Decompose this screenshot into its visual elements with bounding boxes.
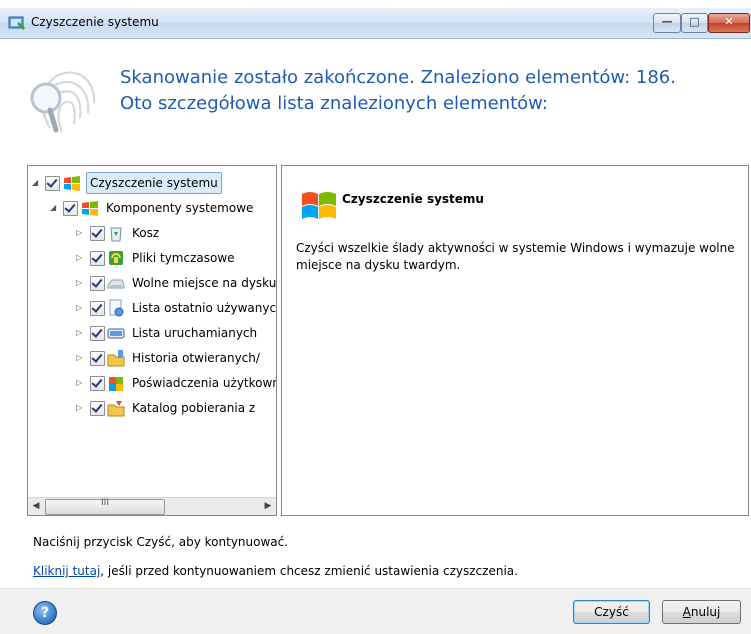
tree-item[interactable]: ▷ Katalog pobierania z: [28, 396, 276, 420]
app-icon: [8, 16, 26, 31]
item-checkbox[interactable]: [90, 401, 105, 416]
collapse-arrow-icon[interactable]: ◢: [32, 171, 42, 195]
item-checkbox[interactable]: [90, 326, 105, 341]
detail-description: Czyści wszelkie ślady aktywności w syste…: [296, 241, 735, 272]
minimize-button[interactable]: —: [653, 13, 681, 33]
tree-item[interactable]: ▷ Lista ostatnio używanych: [28, 296, 276, 320]
detail-title: Czyszczenie systemu: [342, 192, 484, 206]
detail-panel: Czyszczenie systemu Czyści wszelkie ślad…: [281, 165, 749, 516]
expand-arrow-icon[interactable]: ▷: [76, 321, 86, 345]
window-title: Czyszczenie systemu: [31, 15, 159, 29]
windows-logo-icon: [302, 192, 336, 219]
windows-logo-icon: [64, 176, 80, 191]
minimize-icon: —: [661, 15, 673, 28]
tree-node-group[interactable]: ◢ Komponenty systemowe: [28, 196, 276, 220]
instruction-text: Naciśnij przycisk Czyść, aby kontynuować…: [33, 535, 289, 549]
cancel-mnemonic: A: [682, 605, 691, 619]
collapse-arrow-icon[interactable]: ◢: [50, 196, 60, 220]
tree-node-label: Czyszczenie systemu: [86, 172, 222, 194]
items-tree[interactable]: ◢ Czyszczenie systemu ◢ Komponenty syste…: [27, 165, 277, 516]
tree-item-label: Wolne miejsce na dysku: [132, 276, 277, 290]
scroll-thumb[interactable]: III: [45, 498, 165, 515]
headline-line-2: Oto szczegółowa lista znalezionych eleme…: [120, 93, 548, 114]
tree-item-label: Lista ostatnio używanych: [132, 301, 277, 315]
folder-history-icon: [107, 350, 125, 367]
tree-node-root[interactable]: ◢ Czyszczenie systemu: [28, 171, 276, 195]
item-checkbox[interactable]: [90, 251, 105, 266]
group-checkbox[interactable]: [63, 201, 78, 216]
tree-item[interactable]: ▷ Lista uruchamianych: [28, 321, 276, 345]
tree-item-label: Katalog pobierania z: [132, 401, 256, 415]
tree-item[interactable]: ▷ Poświadczenia użytkownika: [28, 371, 276, 395]
headline-line-1: Skanowanie zostało zakończone. Znalezion…: [120, 67, 676, 88]
credentials-icon: [109, 377, 123, 391]
run-list-icon: [107, 328, 125, 339]
windows-logo-icon: [82, 201, 98, 216]
scroll-grip: III: [101, 498, 109, 508]
settings-link-line: Kliknij tutaj, jeśli przed kontynuowanie…: [33, 564, 518, 578]
tree-item-label: Historia otwieranych/: [132, 351, 260, 365]
title-bar[interactable]: Czyszczenie systemu — □ ✕: [0, 8, 751, 39]
maximize-icon: □: [689, 15, 700, 28]
tree-item[interactable]: ▷ Wolne miejsce na dysku: [28, 271, 276, 295]
expand-arrow-icon[interactable]: ▷: [76, 246, 86, 270]
tree-item-label: Pliki tymczasowe: [132, 251, 235, 265]
expand-arrow-icon[interactable]: ▷: [76, 221, 86, 245]
tree-item-label: Poświadczenia użytkownika: [132, 376, 276, 390]
cancel-button[interactable]: Anuluj: [662, 600, 741, 624]
recycle-bin-icon: [110, 227, 122, 242]
footer: ? Czyść Anuluj: [0, 588, 751, 634]
expand-arrow-icon[interactable]: ▷: [76, 371, 86, 395]
clean-button[interactable]: Czyść: [573, 600, 650, 624]
recent-docs-icon: [109, 299, 124, 317]
item-checkbox[interactable]: [90, 351, 105, 366]
item-checkbox[interactable]: [90, 376, 105, 391]
expand-arrow-icon[interactable]: ▷: [76, 396, 86, 420]
headline: Skanowanie zostało zakończone. Znalezion…: [120, 65, 676, 117]
scroll-right-icon[interactable]: ▶: [260, 498, 276, 515]
tree-item[interactable]: ▷ Kosz: [28, 221, 276, 245]
expand-arrow-icon[interactable]: ▷: [76, 296, 86, 320]
tree-item[interactable]: ▷ Historia otwieranych/: [28, 346, 276, 370]
expand-arrow-icon[interactable]: ▷: [76, 346, 86, 370]
cancel-label: nuluj: [690, 605, 721, 619]
tree-item-label: Lista uruchamianych: [132, 326, 258, 340]
temp-files-icon: [109, 251, 123, 265]
close-button[interactable]: ✕: [708, 13, 750, 33]
item-checkbox[interactable]: [90, 276, 105, 291]
tree-item-label: Kosz: [132, 226, 160, 240]
root-checkbox[interactable]: [45, 176, 60, 191]
item-checkbox[interactable]: [90, 301, 105, 316]
help-icon[interactable]: ?: [33, 601, 57, 625]
settings-link[interactable]: Kliknij tutaj: [33, 564, 100, 578]
drive-icon: [107, 279, 125, 289]
tree-item[interactable]: ▷ Pliki tymczasowe: [28, 246, 276, 270]
item-checkbox[interactable]: [90, 226, 105, 241]
expand-arrow-icon[interactable]: ▷: [76, 271, 86, 295]
window: Czyszczenie systemu — □ ✕ Skanowanie zos…: [0, 8, 751, 634]
maximize-button[interactable]: □: [681, 13, 708, 33]
close-icon: ✕: [724, 15, 734, 28]
fingerprint-magnifier-icon: [30, 71, 96, 133]
tree-node-label: Komponenty systemowe: [106, 201, 254, 215]
scroll-left-icon[interactable]: ◀: [28, 498, 44, 515]
download-folder-icon: [107, 401, 125, 417]
horizontal-scrollbar[interactable]: ◀ III ▶: [28, 497, 276, 515]
settings-link-rest: , jeśli przed kontynuowaniem chcesz zmie…: [100, 564, 518, 578]
